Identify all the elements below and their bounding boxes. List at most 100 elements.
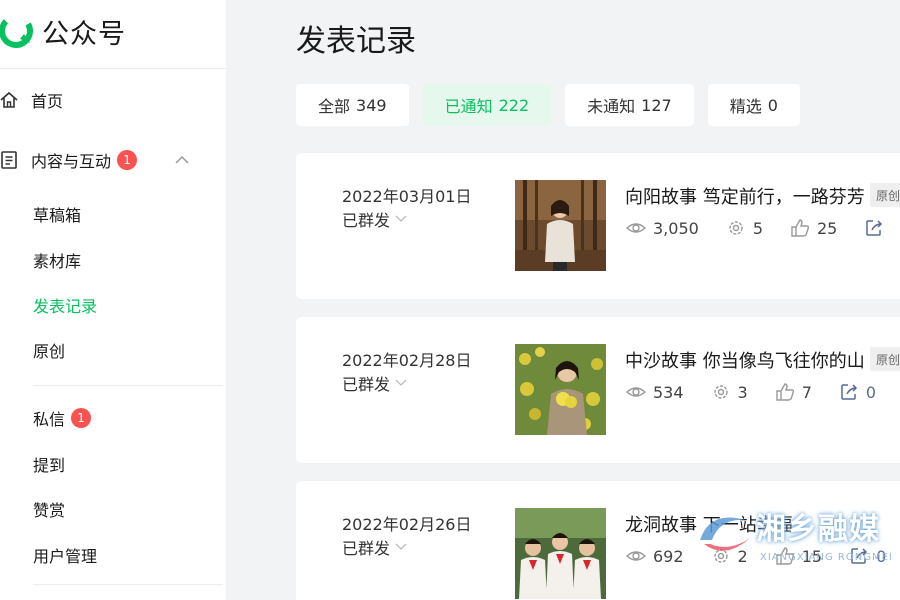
brand[interactable]: 公众号 <box>0 6 126 56</box>
article-thumbnail[interactable] <box>515 344 606 435</box>
share-stat: 3 <box>710 381 748 403</box>
photo-image <box>515 508 606 599</box>
divider <box>33 584 223 585</box>
forward-stat[interactable] <box>863 217 891 239</box>
publish-date: 2022年02月26日 <box>342 515 472 534</box>
status-label: 已群发 <box>342 211 391 230</box>
likes-count: 7 <box>801 382 812 402</box>
sidebar-item-label: 原创 <box>33 342 66 361</box>
document-icon <box>1 151 17 169</box>
article-stats: 534 3 7 0 <box>625 381 900 403</box>
chevron-up-icon[interactable] <box>175 155 189 165</box>
article-title: 中沙故事 你当像鸟飞往你的山 <box>625 351 865 372</box>
forward-icon <box>866 220 883 236</box>
divider <box>0 68 226 69</box>
sidebar-item-mentions[interactable]: 提到 <box>0 444 226 484</box>
sidebar-item-rewards[interactable]: 赞赏 <box>0 489 226 529</box>
filter-tabs: 全部 349 已通知 222 未通知 127 精选 0 <box>296 84 814 126</box>
share-count: 5 <box>752 218 763 238</box>
home-icon <box>0 91 18 108</box>
publish-status[interactable]: 已群发 <box>342 371 407 395</box>
views-count: 3,050 <box>653 218 699 238</box>
tab-label: 已通知 <box>444 97 493 116</box>
status-label: 已群发 <box>342 539 391 558</box>
sidebar-item-label: 提到 <box>33 456 66 475</box>
notification-badge: 1 <box>117 150 138 170</box>
divider <box>33 385 223 386</box>
share-stat: 5 <box>725 217 763 239</box>
eye-icon <box>625 387 647 397</box>
eye-icon <box>625 551 647 561</box>
publish-record-card[interactable]: 2022年02月28日 已群发 中沙故事 你当像鸟飞往你的山 原创 534 3 … <box>296 317 900 463</box>
article-stats: 3,050 5 25 <box>625 217 900 239</box>
sidebar-item-home[interactable]: 首页 <box>0 80 226 120</box>
publish-status[interactable]: 已群发 <box>342 207 407 231</box>
views-stat: 692 <box>625 545 684 567</box>
chevron-down-icon <box>395 379 407 386</box>
gear-share-icon <box>729 221 743 235</box>
likes-stat: 7 <box>774 381 812 403</box>
watermark-subtext: XIANGXIANG RONGMEI <box>760 552 893 563</box>
sidebar-item-label: 内容与互动 <box>31 152 112 171</box>
sidebar-item-messages[interactable]: 私信 1 <box>0 398 226 438</box>
tab-count: 127 <box>641 95 672 115</box>
sidebar-item-drafts[interactable]: 草稿箱 <box>0 194 226 234</box>
publish-record-card[interactable]: 2022年03月01日 已群发 向阳故事 笃定前行，一路芬芳 原创 3,050 … <box>296 153 900 299</box>
notification-badge: 1 <box>71 408 92 428</box>
wechat-mp-logo-icon <box>0 14 33 48</box>
tab-notified[interactable]: 已通知 222 <box>422 84 552 126</box>
gear-share-icon <box>713 385 728 399</box>
sidebar: 公众号 首页 内容与互动 1 草稿箱 素材库 发表记录 原创 私信 1 提到 赞… <box>0 0 226 600</box>
original-tag: 原创 <box>870 183 900 207</box>
tab-all[interactable]: 全部 349 <box>296 84 409 126</box>
article-thumbnail[interactable] <box>515 508 606 599</box>
article-title: 向阳故事 笃定前行，一路芬芳 <box>625 187 865 208</box>
publish-status[interactable]: 已群发 <box>342 535 407 559</box>
thumbs-up-icon <box>776 383 794 401</box>
chevron-down-icon <box>395 215 407 222</box>
views-stat: 534 <box>625 381 684 403</box>
publish-date: 2022年03月01日 <box>342 187 472 206</box>
views-count: 692 <box>653 546 684 566</box>
sidebar-item-label: 赞赏 <box>33 501 66 520</box>
tab-label: 全部 <box>318 97 351 116</box>
sidebar-item-publish-records[interactable]: 发表记录 <box>0 285 226 325</box>
page-title: 发表记录 <box>296 24 416 59</box>
watermark-text: 湘乡融媒 <box>756 512 880 547</box>
views-stat: 3,050 <box>625 217 699 239</box>
forward-count: 0 <box>865 382 877 402</box>
sidebar-item-label: 草稿箱 <box>33 206 82 225</box>
photo-image <box>515 180 606 271</box>
sidebar-item-label: 发表记录 <box>33 297 98 316</box>
sidebar-item-materials[interactable]: 素材库 <box>0 240 226 280</box>
status-label: 已群发 <box>342 375 391 394</box>
tab-label: 未通知 <box>587 97 636 116</box>
likes-count: 25 <box>817 218 838 238</box>
tab-count: 0 <box>767 95 778 115</box>
views-count: 534 <box>653 382 684 402</box>
original-tag: 原创 <box>870 347 900 371</box>
sidebar-item-label: 素材库 <box>33 252 82 271</box>
forward-icon <box>841 384 857 400</box>
sidebar-item-label: 私信 <box>33 410 66 429</box>
sidebar-item-original[interactable]: 原创 <box>0 330 226 370</box>
chevron-down-icon <box>395 543 407 550</box>
sidebar-item-label: 首页 <box>31 92 64 111</box>
publish-date: 2022年02月28日 <box>342 351 472 370</box>
share-count: 3 <box>737 382 748 402</box>
tab-count: 349 <box>356 95 387 115</box>
tab-label: 精选 <box>729 97 762 116</box>
tab-not-notified[interactable]: 未通知 127 <box>565 84 694 126</box>
tab-featured[interactable]: 精选 0 <box>707 84 800 126</box>
eye-icon <box>625 223 647 233</box>
forward-stat[interactable]: 0 <box>838 381 876 403</box>
sidebar-item-content[interactable]: 内容与互动 1 <box>0 140 226 180</box>
watermark: 湘乡融媒 XIANGXIANG RONGMEI <box>690 500 900 580</box>
sidebar-item-users[interactable]: 用户管理 <box>0 535 226 575</box>
thumbs-up-icon <box>791 219 810 237</box>
watermark-logo-icon <box>700 517 750 551</box>
photo-image <box>515 344 606 435</box>
tab-count: 222 <box>498 95 530 115</box>
brand-name: 公众号 <box>42 18 126 50</box>
article-thumbnail[interactable] <box>515 180 606 271</box>
